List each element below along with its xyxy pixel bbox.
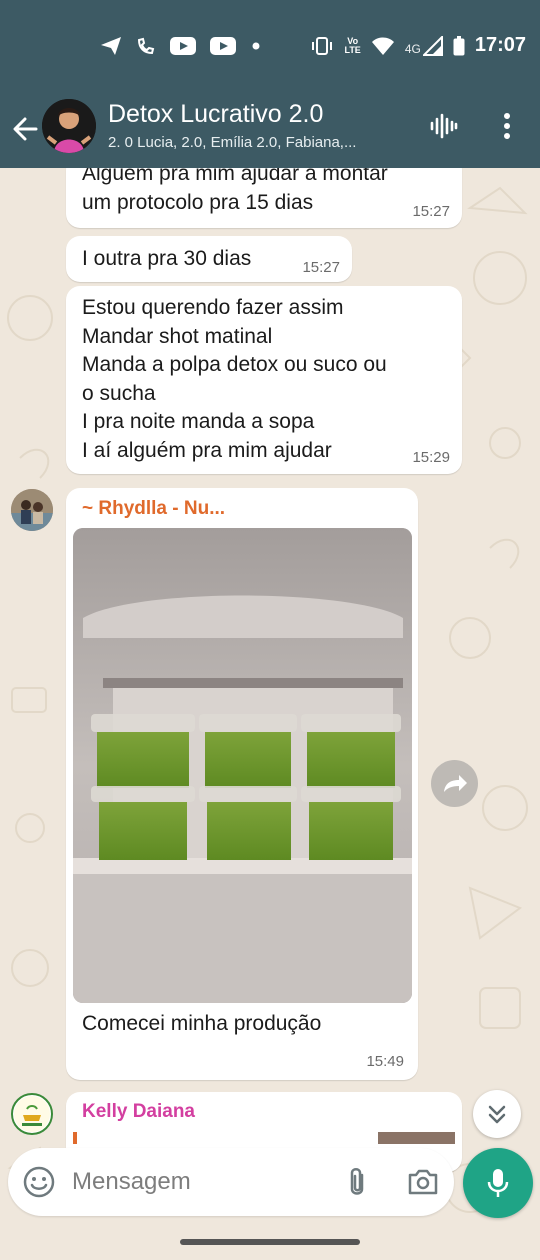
menu-button[interactable] bbox=[492, 108, 522, 144]
participants-list[interactable]: 2. 0 Lucia, 2.0, Emília 2.0, Fabiana,... bbox=[108, 134, 408, 151]
status-bar: Vo LTE 4G 17:07 bbox=[0, 0, 540, 92]
chat-title[interactable]: Detox Lucrativo 2.0 bbox=[108, 100, 323, 129]
message-bubble[interactable]: I outra pra 30 dias 15:27 bbox=[66, 236, 352, 282]
voice-chat-button[interactable] bbox=[426, 108, 462, 144]
signal-group: 4G bbox=[404, 35, 443, 56]
message-time: 15:29 bbox=[412, 449, 450, 466]
paperclip-icon bbox=[350, 1168, 364, 1195]
message-time: 15:27 bbox=[302, 259, 340, 276]
forward-button[interactable] bbox=[431, 760, 478, 807]
wifi-icon bbox=[371, 37, 394, 55]
more-vertical-icon bbox=[504, 113, 510, 139]
notification-icons bbox=[100, 36, 262, 56]
photo-caption: Comecei minha produção bbox=[82, 1012, 322, 1035]
chat-area[interactable]: Alguem pra mim ajudar a montar um protoc… bbox=[0, 168, 540, 1260]
emoji-button[interactable] bbox=[22, 1165, 56, 1199]
sender-avatar[interactable] bbox=[11, 489, 53, 531]
send-icon bbox=[101, 37, 121, 55]
media-preview[interactable] bbox=[73, 1132, 455, 1144]
missed-call-icon bbox=[137, 37, 155, 55]
vibrate-icon bbox=[312, 36, 333, 55]
youtube-icon bbox=[170, 37, 196, 55]
chat-header: Detox Lucrativo 2.0 2. 0 Lucia, 2.0, Emí… bbox=[0, 92, 540, 168]
arrow-back-icon bbox=[13, 117, 38, 141]
message-input[interactable] bbox=[72, 1162, 312, 1202]
sender-name[interactable]: ~ Rhydlla - Nu... bbox=[82, 498, 225, 520]
system-icons: Vo LTE 4G 17:07 bbox=[310, 34, 526, 57]
message-photo[interactable] bbox=[73, 528, 412, 1003]
message-composer bbox=[8, 1148, 454, 1216]
avatar-logo bbox=[14, 1096, 50, 1132]
message-text: I outra pra 30 dias bbox=[82, 247, 252, 270]
message-time: 15:27 bbox=[412, 203, 450, 220]
clock: 17:07 bbox=[474, 34, 526, 56]
attach-button[interactable] bbox=[342, 1165, 372, 1199]
volte-bottom-label: LTE bbox=[344, 44, 361, 55]
scroll-to-bottom-button[interactable] bbox=[473, 1090, 521, 1138]
message-bubble[interactable]: Estou querendo fazer assim Mandar shot m… bbox=[66, 286, 462, 474]
microphone-icon bbox=[487, 1169, 509, 1197]
sender-name[interactable]: Kelly Daiana bbox=[82, 1101, 195, 1123]
battery-icon bbox=[453, 35, 465, 55]
message-time: 15:49 bbox=[366, 1053, 404, 1070]
message-text: Estou querendo fazer assim Mandar shot m… bbox=[82, 296, 387, 462]
network-type: 4G bbox=[404, 41, 421, 56]
camera-button[interactable] bbox=[406, 1165, 440, 1199]
group-photo bbox=[42, 99, 96, 153]
message-bubble[interactable]: Alguem pra mim ajudar a montar um protoc… bbox=[66, 168, 462, 228]
home-indicator[interactable] bbox=[180, 1239, 360, 1245]
photo-message-bubble[interactable]: ~ Rhydlla - Nu... Comecei minha produção… bbox=[66, 488, 418, 1080]
volte-icon: Vo LTE bbox=[344, 36, 361, 55]
message-text: Alguem pra mim ajudar a montar um protoc… bbox=[82, 168, 388, 214]
audio-wave-icon bbox=[430, 113, 458, 139]
forward-icon bbox=[443, 774, 467, 792]
navigation-bar bbox=[0, 1222, 540, 1260]
avatar-photo bbox=[11, 489, 53, 531]
dot-icon bbox=[252, 42, 260, 50]
camera-icon bbox=[408, 1169, 438, 1195]
signal-icon bbox=[422, 35, 443, 56]
double-chevron-down-icon bbox=[488, 1105, 506, 1124]
photo-image bbox=[73, 528, 412, 1003]
youtube-icon bbox=[210, 37, 236, 55]
group-avatar[interactable] bbox=[42, 99, 96, 153]
back-button[interactable] bbox=[8, 112, 42, 146]
emoji-icon bbox=[23, 1166, 55, 1198]
sender-avatar[interactable] bbox=[11, 1093, 53, 1135]
voice-record-button[interactable] bbox=[463, 1148, 533, 1218]
